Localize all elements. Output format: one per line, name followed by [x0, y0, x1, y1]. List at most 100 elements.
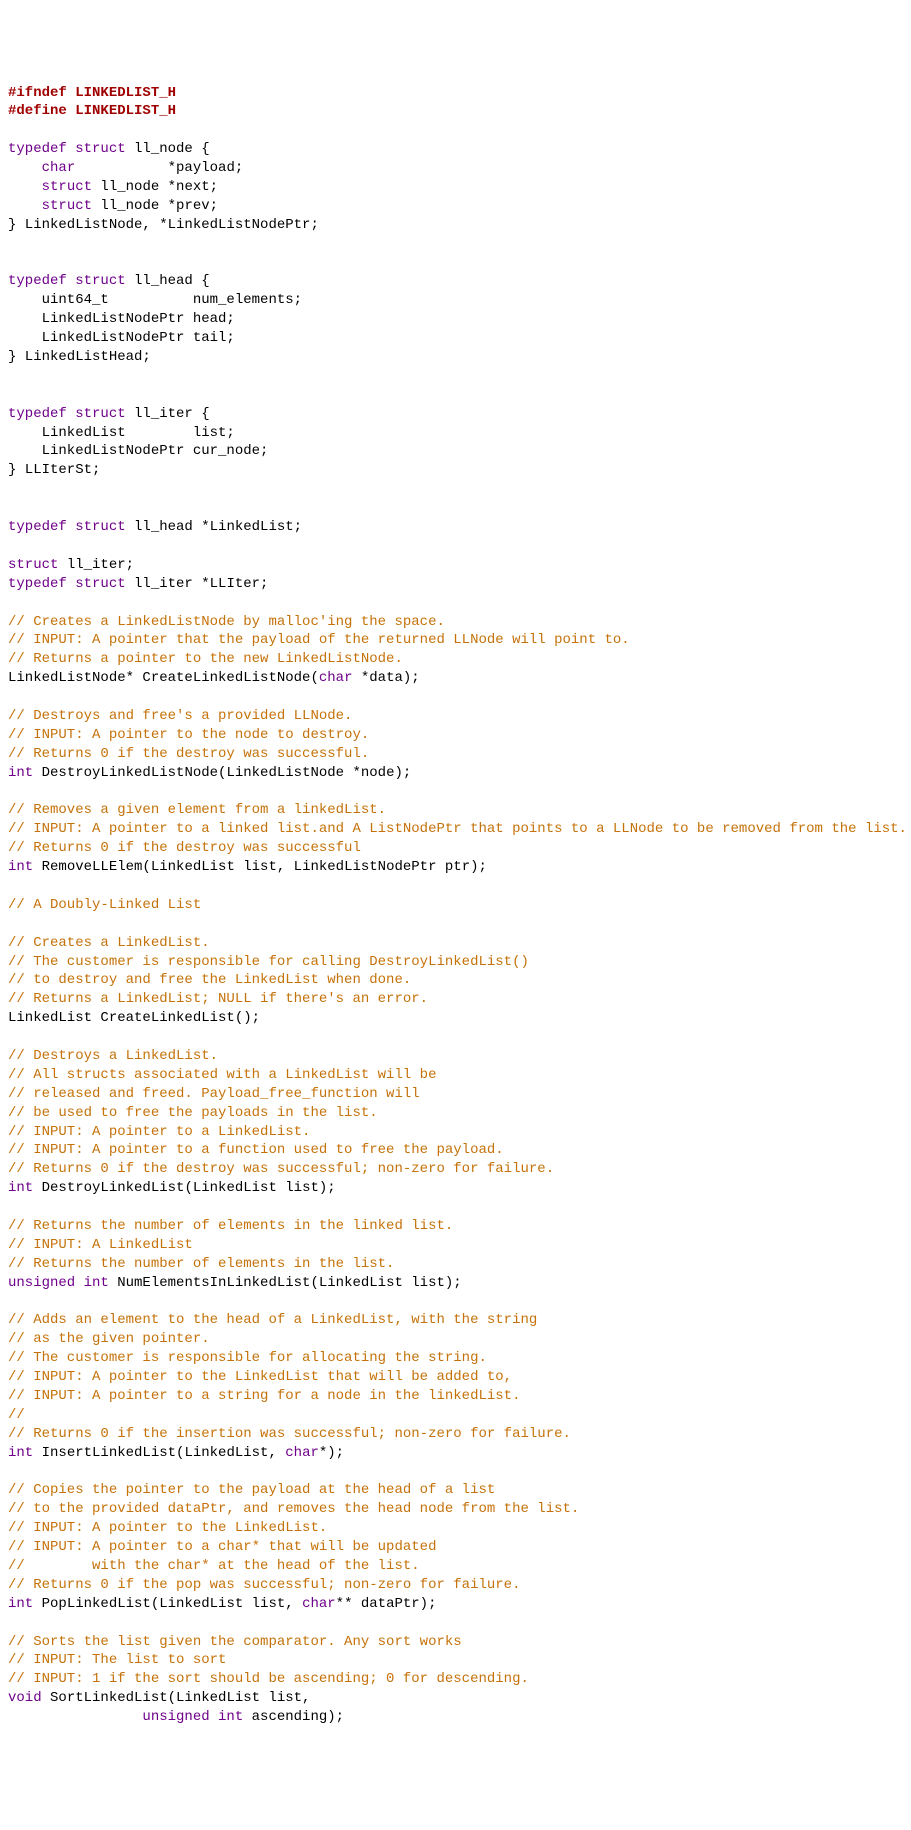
code-token: // INPUT: A pointer to a function used t…: [8, 1142, 504, 1158]
code-line: [8, 499, 903, 518]
code-token: // A Doubly-Linked List: [8, 897, 201, 913]
code-token: char: [302, 1596, 336, 1612]
code-line: // A Doubly-Linked List: [8, 896, 903, 915]
code-token: typedef struct: [8, 576, 126, 592]
code-line: // Creates a LinkedListNode by malloc'in…: [8, 613, 903, 632]
code-line: // Copies the pointer to the payload at …: [8, 1481, 903, 1500]
code-token: // INPUT: A pointer that the payload of …: [8, 632, 630, 648]
code-token: int: [8, 1596, 33, 1612]
code-token: *);: [319, 1445, 344, 1461]
code-token: unsigned int: [8, 1275, 109, 1291]
code-line: // INPUT: A pointer to a LinkedList.: [8, 1123, 903, 1142]
code-line: // INPUT: A pointer to the node to destr…: [8, 726, 903, 745]
code-token: // The customer is responsible for calli…: [8, 954, 529, 970]
code-line: [8, 1293, 903, 1312]
code-token: typedef struct: [8, 406, 126, 422]
code-token: char: [42, 160, 76, 176]
code-token: // Returns the number of elements in the…: [8, 1218, 453, 1234]
code-token: // Removes a given element from a linked…: [8, 802, 386, 818]
code-line: [8, 367, 903, 386]
code-line: // INPUT: A LinkedList: [8, 1236, 903, 1255]
code-line: LinkedListNodePtr cur_node;: [8, 442, 903, 461]
code-token: } LLIterSt;: [8, 462, 100, 478]
code-line: struct ll_node *next;: [8, 178, 903, 197]
code-token: ll_node *next;: [92, 179, 218, 195]
code-token: uint64_t num_elements;: [8, 292, 302, 308]
code-token: // Returns 0 if the destroy was successf…: [8, 840, 361, 856]
code-token: // to the provided dataPtr, and removes …: [8, 1501, 579, 1517]
code-line: typedef struct ll_iter {: [8, 405, 903, 424]
code-line: LinkedListNode* CreateLinkedListNode(cha…: [8, 669, 903, 688]
code-token: LinkedListNodePtr head;: [8, 311, 235, 327]
code-token: [8, 1709, 142, 1725]
code-line: // INPUT: 1 if the sort should be ascend…: [8, 1670, 903, 1689]
code-line: // Returns 0 if the insertion was succes…: [8, 1425, 903, 1444]
code-token: // INPUT: A pointer to a string for a no…: [8, 1388, 520, 1404]
code-token: int: [8, 1445, 33, 1461]
code-line: // INPUT: A pointer to a linked list.and…: [8, 820, 903, 839]
code-token: ll_node *prev;: [92, 198, 218, 214]
code-line: int DestroyLinkedListNode(LinkedListNode…: [8, 764, 903, 783]
code-token: // as the given pointer.: [8, 1331, 210, 1347]
code-token: ll_iter {: [126, 406, 210, 422]
code-line: // Returns the number of elements in the…: [8, 1255, 903, 1274]
code-token: ll_iter *LLIter;: [126, 576, 269, 592]
code-line: // Adds an element to the head of a Link…: [8, 1311, 903, 1330]
code-line: int RemoveLLElem(LinkedList list, Linked…: [8, 858, 903, 877]
code-token: // INPUT: A pointer to the node to destr…: [8, 727, 369, 743]
code-token: LinkedListNodePtr cur_node;: [8, 443, 268, 459]
code-line: // INPUT: A pointer that the payload of …: [8, 631, 903, 650]
code-token: [8, 198, 42, 214]
code-line: LinkedListNodePtr head;: [8, 310, 903, 329]
code-line: [8, 877, 903, 896]
code-line: LinkedList list;: [8, 424, 903, 443]
code-line: // Returns a LinkedList; NULL if there's…: [8, 990, 903, 1009]
code-token: int: [8, 765, 33, 781]
code-line: // to the provided dataPtr, and removes …: [8, 1500, 903, 1519]
code-token: LinkedListNode* CreateLinkedListNode(: [8, 670, 319, 686]
code-line: // released and freed. Payload_free_func…: [8, 1085, 903, 1104]
code-token: int: [8, 1180, 33, 1196]
code-line: // Returns 0 if the destroy was successf…: [8, 745, 903, 764]
code-line: // Sorts the list given the comparator. …: [8, 1633, 903, 1652]
code-listing: #ifndef LINKEDLIST_H#define LINKEDLIST_H…: [8, 84, 903, 1727]
code-line: // INPUT: The list to sort: [8, 1651, 903, 1670]
code-token: // INPUT: A pointer to the LinkedList.: [8, 1520, 327, 1536]
code-token: // released and freed. Payload_free_func…: [8, 1086, 420, 1102]
code-line: //: [8, 1406, 903, 1425]
code-token: // INPUT: A pointer to a linked list.and…: [8, 821, 907, 837]
code-line: } LinkedListHead;: [8, 348, 903, 367]
code-line: // INPUT: A pointer to the LinkedList th…: [8, 1368, 903, 1387]
code-line: // All structs associated with a LinkedL…: [8, 1066, 903, 1085]
code-token: typedef struct: [8, 141, 126, 157]
code-token: ascending);: [243, 1709, 344, 1725]
code-token: void: [8, 1690, 42, 1706]
code-token: } LinkedListNode, *LinkedListNodePtr;: [8, 217, 319, 233]
code-token: unsigned int: [142, 1709, 243, 1725]
code-token: // be used to free the payloads in the l…: [8, 1105, 378, 1121]
code-token: struct: [8, 557, 58, 573]
code-token: // Creates a LinkedListNode by malloc'in…: [8, 614, 445, 630]
code-token: // Destroys and free's a provided LLNode…: [8, 708, 352, 724]
code-token: // INPUT: 1 if the sort should be ascend…: [8, 1671, 529, 1687]
code-token: #define LINKEDLIST_H: [8, 103, 176, 119]
code-line: // INPUT: A pointer to the LinkedList.: [8, 1519, 903, 1538]
code-line: uint64_t num_elements;: [8, 291, 903, 310]
code-line: // Creates a LinkedList.: [8, 934, 903, 953]
code-token: // INPUT: A pointer to a LinkedList.: [8, 1124, 310, 1140]
code-token: DestroyLinkedListNode(LinkedListNode *no…: [33, 765, 411, 781]
code-token: char: [285, 1445, 319, 1461]
code-token: ** dataPtr);: [336, 1596, 437, 1612]
code-token: ll_head {: [126, 273, 210, 289]
code-line: // Destroys and free's a provided LLNode…: [8, 707, 903, 726]
code-line: // The customer is responsible for alloc…: [8, 1349, 903, 1368]
code-token: ll_iter;: [58, 557, 134, 573]
code-token: // INPUT: A pointer to a char* that will…: [8, 1539, 436, 1555]
code-token: // Adds an element to the head of a Link…: [8, 1312, 537, 1328]
code-token: PopLinkedList(LinkedList list,: [33, 1596, 302, 1612]
code-line: // Destroys a LinkedList.: [8, 1047, 903, 1066]
code-token: // INPUT: A pointer to the LinkedList th…: [8, 1369, 512, 1385]
code-line: LinkedList CreateLinkedList();: [8, 1009, 903, 1028]
code-token: typedef struct: [8, 519, 126, 535]
code-line: [8, 1463, 903, 1482]
